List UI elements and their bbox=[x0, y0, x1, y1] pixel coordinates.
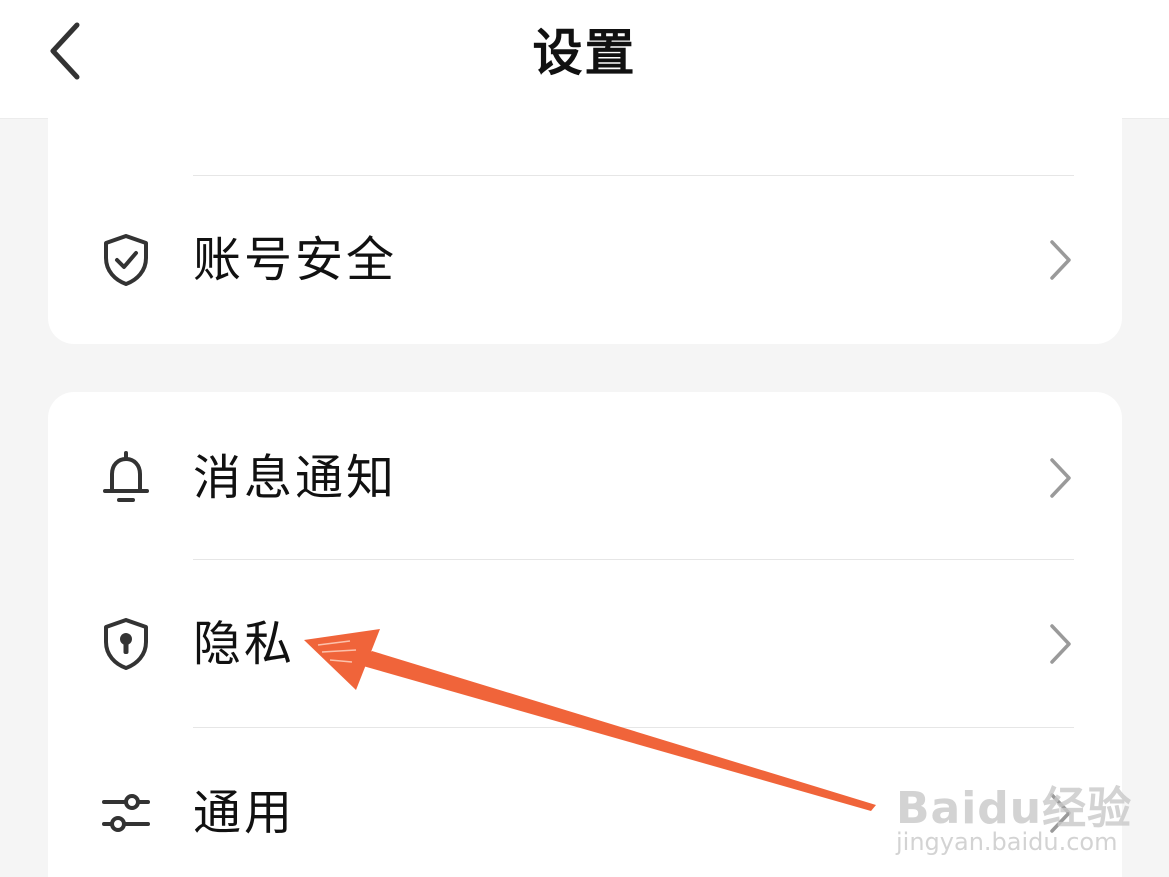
settings-item-privacy[interactable]: 隐私 bbox=[48, 570, 1122, 720]
page-title: 设置 bbox=[532, 24, 637, 82]
divider bbox=[193, 559, 1074, 560]
chevron-right-icon bbox=[1042, 236, 1078, 284]
settings-item-label: 账号安全 bbox=[193, 232, 398, 288]
settings-item-notifications[interactable]: 消息通知 bbox=[48, 402, 1122, 552]
watermark: Baidu经验 jingyan.baidu.com bbox=[896, 750, 1136, 860]
settings-card-account: 账号安全 bbox=[48, 90, 1122, 344]
sliders-icon bbox=[98, 785, 154, 841]
shield-check-icon bbox=[98, 232, 154, 288]
settings-item-label: 消息通知 bbox=[193, 450, 398, 506]
divider bbox=[193, 727, 1074, 728]
bell-icon bbox=[98, 450, 154, 506]
watermark-brand: Baidu经验 bbox=[896, 783, 1133, 834]
settings-item-account-security[interactable]: 账号安全 bbox=[48, 185, 1122, 335]
chevron-right-icon bbox=[1042, 620, 1078, 668]
settings-item-label: 隐私 bbox=[193, 616, 296, 672]
settings-page: 设置 账号安全 消息通知 隐私 通用 Baidu经验 jingyan.baidu… bbox=[0, 0, 1169, 877]
settings-item-label: 通用 bbox=[193, 785, 296, 841]
divider bbox=[193, 175, 1074, 176]
chevron-right-icon bbox=[1042, 454, 1078, 502]
watermark-url: jingyan.baidu.com bbox=[896, 828, 1118, 856]
shield-keyhole-icon bbox=[98, 616, 154, 672]
